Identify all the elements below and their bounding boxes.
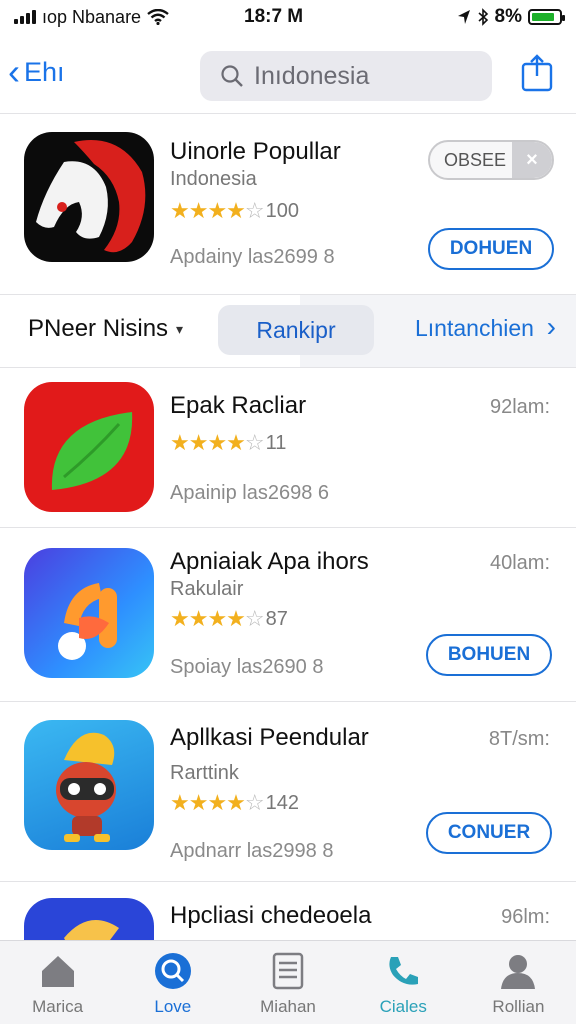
get-button[interactable]: CONUER (426, 812, 552, 854)
app-title: Epak Racliar (170, 392, 307, 419)
tab-love[interactable]: Love (115, 941, 230, 1024)
get-button[interactable]: BOHUEN (426, 634, 552, 676)
search-icon (154, 953, 191, 989)
rating-count: 87 (265, 607, 288, 630)
tab-label: Rollian (492, 997, 545, 1016)
rating-count: 100 (265, 199, 299, 222)
tab-miahan[interactable]: Miahan (230, 941, 345, 1024)
bluetooth-icon (478, 8, 488, 26)
app-title: Apniaiak Apa ihors (170, 548, 369, 575)
app-icon-character[interactable] (24, 720, 154, 850)
tab-label: Ciales (379, 997, 427, 1016)
leaf-icon (51, 412, 133, 490)
back-button[interactable]: ‹ Ehı (8, 54, 65, 90)
app-icon-horse[interactable] (24, 132, 154, 262)
search-text: Inıdonesia (254, 61, 370, 90)
featured-title: Uinorle Popullar (170, 138, 341, 165)
segment-ranking[interactable]: Rankipr (218, 305, 374, 355)
horse-icon (36, 140, 146, 253)
pencil-icon (64, 920, 119, 940)
list-item[interactable]: Apllkasi Peendular Rarttink ★★★★☆ 142 Ap… (0, 702, 576, 882)
app-size: 40lam: (489, 552, 550, 574)
clock: 18:7 M (244, 6, 304, 27)
featured-subtitle: Indonesia (170, 168, 257, 190)
battery-icon (528, 9, 565, 25)
person-icon (501, 955, 536, 989)
tab-bar: Marica Love Miahan Ciales Rollian (0, 940, 576, 1024)
app-rating: ★★★★☆ 87 (170, 606, 288, 632)
home-icon (41, 956, 74, 987)
filter-label: PNeer Nisins (28, 315, 169, 342)
app-updated: Apdnarr las2998 8 (170, 840, 334, 862)
search-icon (221, 65, 243, 87)
star-rating: ★★★★☆ (170, 198, 265, 223)
app-icon-leaf[interactable] (24, 382, 154, 512)
featured-app[interactable]: Uinorle Popullar Indonesia ★★★★☆ 100 Apd… (0, 118, 576, 294)
chevron-down-icon: ▾ (176, 320, 184, 337)
app-subtitle: Rakulair (170, 578, 244, 600)
obsee-tag[interactable]: OBSEE × (428, 140, 554, 180)
obsee-label: OBSEE (444, 149, 507, 170)
app-updated: Spoiay las2690 8 (170, 656, 324, 678)
app-size: 8T/sm: (488, 728, 550, 750)
back-label: Ehı (24, 56, 65, 87)
share-icon[interactable] (520, 54, 554, 92)
signal-icon (14, 10, 36, 24)
app-size: 96lm: (501, 906, 550, 928)
chevron-left-icon: ‹ (8, 51, 20, 92)
featured-rating: ★★★★☆ 100 (170, 198, 299, 224)
battery-percent: 8% (494, 6, 522, 27)
status-bar: ıop Nbanare 18:7 M 8% (0, 0, 576, 34)
app-size: 92lam: (489, 396, 550, 418)
star-rating: ★★★★☆ (170, 430, 265, 455)
rating-count: 142 (265, 791, 299, 814)
filter-dropdown[interactable]: PNeer Nisins ▾ (28, 315, 183, 343)
location-icon (457, 10, 470, 24)
tab-marica[interactable]: Marica (0, 941, 115, 1024)
featured-updated: Apdainy las2699 8 (170, 246, 335, 268)
app-icon-partial[interactable] (24, 898, 154, 940)
tab-label: Miahan (260, 997, 316, 1016)
tab-rollian[interactable]: Rollian (461, 941, 576, 1024)
list-icon (272, 952, 304, 990)
chevron-right-icon: › (546, 311, 556, 342)
tab-label: Marica (32, 997, 84, 1016)
music-icon (58, 583, 117, 660)
star-rating: ★★★★☆ (170, 606, 265, 631)
tab-ciales[interactable]: Ciales (346, 941, 461, 1024)
tab-label: Love (154, 997, 192, 1016)
star-rating: ★★★★☆ (170, 790, 265, 815)
app-subtitle: Rarttink (170, 762, 239, 784)
app-title: Hpcliasi chedeoela (170, 902, 372, 929)
list-item[interactable]: Apniaiak Apa ihors Rakulair ★★★★☆ 87 Spo… (0, 528, 576, 702)
list-item[interactable]: Hpcliasi chedeoela 96lm: (0, 882, 576, 940)
carrier-label: ıop Nbanare (42, 6, 142, 27)
wifi-icon (147, 9, 169, 25)
list-item[interactable]: Epak Racliar ★★★★☆ 11 Apainip las2698 6 … (0, 368, 576, 528)
filter-bar: Lıntanchien › PNeer Nisins ▾ Rankipr (0, 294, 576, 368)
navigation-bar: ‹ Ehı Inıdonesia (0, 40, 576, 114)
segment-right-label: Lıntanchien (415, 315, 534, 341)
close-icon[interactable]: × (512, 142, 552, 178)
app-updated: Apainip las2698 6 (170, 482, 330, 504)
app-rating: ★★★★☆ 11 (170, 430, 286, 456)
rating-count: 11 (265, 431, 287, 454)
search-field[interactable]: Inıdonesia (200, 51, 492, 101)
phone-icon (389, 957, 419, 985)
character-icon (56, 732, 116, 842)
app-icon-music[interactable] (24, 548, 154, 678)
get-button[interactable]: DOHUEN (428, 228, 554, 270)
app-title: Apllkasi Peendular (170, 724, 369, 751)
app-rating: ★★★★☆ 142 (170, 790, 299, 816)
